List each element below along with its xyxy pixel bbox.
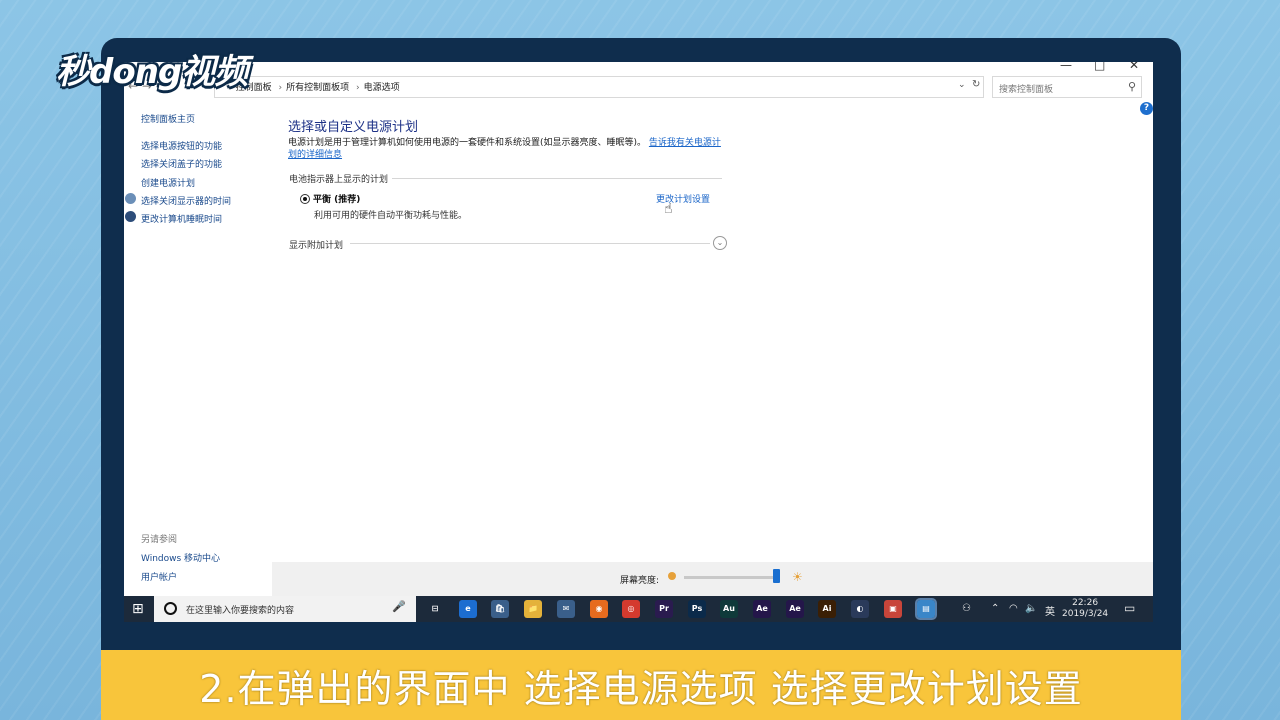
sidebar-item-mobility-center[interactable]: Windows 移动中心: [141, 551, 220, 564]
brightness-low-icon: [668, 572, 676, 580]
minimize-button[interactable]: —: [1060, 62, 1072, 72]
taskbar-app-file-explorer-icon[interactable]: 📁: [524, 600, 542, 618]
taskbar-app-illustrator-icon[interactable]: Ai: [818, 600, 836, 618]
page-description: 电源计划是用于管理计算机如何使用电源的一套硬件和系统设置(如显示器亮度、睡眠等)…: [288, 137, 728, 161]
sidebar-item-home[interactable]: 控制面板主页: [141, 112, 195, 125]
taskbar-search-placeholder: 在这里输入你要搜索的内容: [186, 606, 295, 616]
status-bar: [272, 562, 1153, 596]
windows-start-icon[interactable]: ⊞: [132, 601, 144, 617]
chevron-up-icon[interactable]: ⌃: [991, 603, 999, 614]
taskbar-app-control-panel-icon[interactable]: ▤: [915, 598, 937, 620]
wifi-icon[interactable]: ◠: [1009, 603, 1018, 614]
chevron-down-icon[interactable]: ⌄: [958, 80, 966, 90]
taskbar-app-store-icon[interactable]: 🛍: [491, 600, 509, 618]
taskbar-app-app-red-icon[interactable]: ▣: [884, 600, 902, 618]
page-title: 选择或自定义电源计划: [288, 120, 419, 135]
search-placeholder: 搜索控制面板: [999, 85, 1054, 95]
search-icon[interactable]: ⚲: [1128, 80, 1136, 93]
address-bar: ← → ↑ › 控制面板 › 所有控制面板项 › 电源选项 ⌄ ↻ 搜索控制面板 ⚲: [124, 76, 1153, 98]
refresh-icon[interactable]: ↻: [972, 79, 980, 90]
brightness-slider[interactable]: [684, 576, 778, 579]
clock-date: 2019/3/24: [1062, 609, 1109, 619]
breadcrumb: › 控制面板 › 所有控制面板项 › 电源选项: [228, 83, 400, 93]
taskbar-app-firefox-icon[interactable]: ◉: [590, 600, 608, 618]
breadcrumb-item-power-options[interactable]: 电源选项: [364, 83, 400, 93]
close-button[interactable]: ✕: [1129, 62, 1139, 72]
plan-description: 利用可用的硬件自动平衡功耗与性能。: [314, 211, 468, 221]
taskbar-app-mail-icon[interactable]: ✉: [557, 600, 575, 618]
left-pane: 控制面板主页 选择电源按钮的功能 选择关闭盖子的功能 创建电源计划 选择关闭显示…: [124, 102, 272, 622]
taskbar-app-cinema4d-icon[interactable]: ◐: [851, 600, 869, 618]
subtitle-text: 2.在弹出的界面中 选择电源选项 选择更改计划设置: [199, 667, 1083, 711]
taskbar-app-premiere-icon[interactable]: Pr: [655, 600, 673, 618]
volume-icon[interactable]: 🔈: [1025, 603, 1037, 614]
brightness-slider-fill: [684, 576, 776, 579]
taskbar-app-netease-music-icon[interactable]: ◎: [622, 600, 640, 618]
hand-cursor-icon: ☝: [664, 201, 673, 217]
sidebar-item-display-off[interactable]: 选择关闭显示器的时间: [141, 194, 231, 207]
brightness-high-icon: ☀: [792, 570, 803, 584]
subtitle-banner: 2.在弹出的界面中 选择电源选项 选择更改计划设置: [101, 650, 1181, 720]
display-icon: [125, 193, 136, 204]
see-also-label: 另请参阅: [141, 535, 178, 545]
sidebar-item-sleep[interactable]: 更改计算机睡眠时间: [141, 212, 222, 225]
sidebar-item-create-plan[interactable]: 创建电源计划: [141, 176, 195, 189]
extra-plans-divider: [350, 243, 710, 244]
taskbar-app-after-effects-2-icon[interactable]: Ae: [786, 600, 804, 618]
taskbar-app-after-effects-icon[interactable]: Ae: [753, 600, 771, 618]
watermark-logo: 秒dong视频: [56, 52, 248, 92]
cortana-icon: [164, 602, 177, 615]
breadcrumb-item-all-items[interactable]: 所有控制面板项: [286, 83, 349, 93]
window-titlebar: — □ ✕: [124, 62, 1153, 72]
maximize-button[interactable]: □: [1094, 62, 1105, 72]
taskbar-app-audition-icon[interactable]: Au: [720, 600, 738, 618]
taskbar-clock[interactable]: 22:26 2019/3/24: [1062, 598, 1108, 620]
plan-name: 平衡 (推荐): [313, 195, 361, 205]
taskbar: ⊞ 在这里输入你要搜索的内容 🎤 ⊟ e 🛍 📁 ✉ ◉ ◎ Pr Ps Au Ae Ae Ai ◐ ▣ ▤ …: [124, 596, 1153, 622]
microphone-icon[interactable]: 🎤: [392, 600, 406, 613]
description-text: 电源计划是用于管理计算机如何使用电源的一套硬件和系统设置(如显示器亮度、睡眠等)…: [288, 138, 647, 148]
people-icon[interactable]: ⚇: [962, 603, 971, 614]
brightness-slider-thumb[interactable]: [773, 569, 780, 583]
plan-radio-balanced[interactable]: [300, 194, 310, 204]
battery-section-label: 电池指示器上显示的计划: [289, 175, 389, 185]
taskbar-app-task-view-icon[interactable]: ⊟: [426, 600, 444, 618]
screen: — □ ✕ ← → ↑ › 控制面板 › 所有控制面板项 › 电源选项 ⌄ ↻ 搜索控…: [124, 62, 1153, 622]
sleep-icon: [125, 211, 136, 222]
brightness-label: 屏幕亮度:: [620, 576, 660, 586]
sidebar-item-power-button[interactable]: 选择电源按钮的功能: [141, 139, 222, 152]
sidebar-item-lid[interactable]: 选择关闭盖子的功能: [141, 157, 222, 170]
input-language[interactable]: 英: [1045, 603, 1055, 618]
show-additional-plans-label[interactable]: 显示附加计划: [289, 238, 343, 251]
taskbar-search-input[interactable]: 在这里输入你要搜索的内容 🎤: [154, 596, 416, 622]
sidebar-item-user-accounts[interactable]: 用户帐户: [141, 570, 177, 583]
taskbar-app-photoshop-icon[interactable]: Ps: [688, 600, 706, 618]
clock-time: 22:26: [1072, 598, 1099, 608]
taskbar-app-edge-icon[interactable]: e: [459, 600, 477, 618]
help-icon[interactable]: ?: [1140, 102, 1153, 115]
section-divider: [392, 178, 722, 179]
notification-icon[interactable]: ▭: [1124, 601, 1135, 615]
search-input[interactable]: 搜索控制面板 ⚲: [992, 76, 1142, 98]
expand-chevron-icon[interactable]: ⌄: [713, 236, 727, 250]
